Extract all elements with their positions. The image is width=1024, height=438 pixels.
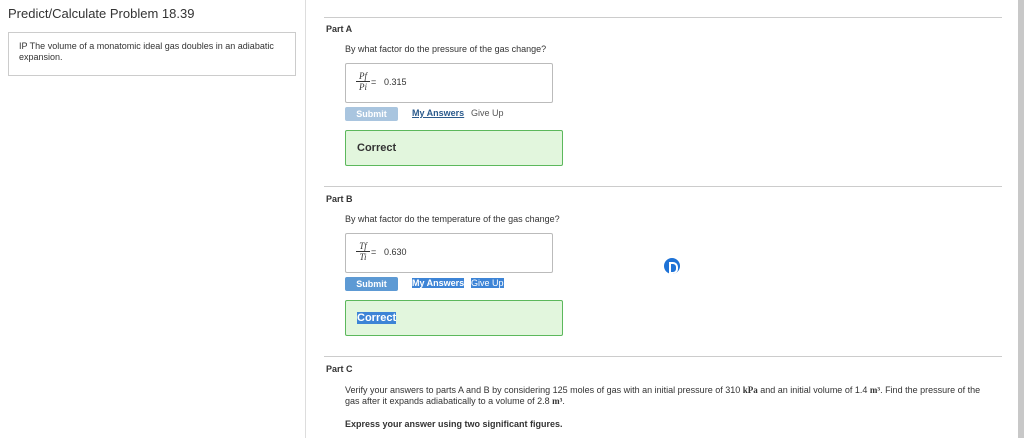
- part-a-fraction-top: Pf: [356, 71, 370, 82]
- part-a-feedback-text: Correct: [357, 142, 397, 154]
- part-a-equals: =: [371, 77, 377, 87]
- part-b-feedback-text: Correct: [357, 312, 397, 324]
- problem-title: Predict/Calculate Problem 18.39: [8, 6, 195, 21]
- part-c-instruction: Express your answer using two significan…: [345, 419, 563, 429]
- part-c-unit-pressure: kPa: [742, 385, 758, 395]
- part-b-give-up-link[interactable]: Give Up: [471, 278, 504, 288]
- problem-statement-box: IP The volume of a monatomic ideal gas d…: [8, 32, 296, 76]
- part-a-answer-value[interactable]: 0.315: [384, 77, 407, 87]
- problem-statement: IP The volume of a monatomic ideal gas d…: [19, 41, 274, 62]
- scrollbar[interactable]: [1018, 0, 1024, 438]
- part-a-give-up-link[interactable]: Give Up: [471, 108, 504, 118]
- part-b-divider: [324, 186, 1002, 187]
- part-a-title[interactable]: Part A: [326, 24, 352, 34]
- part-c-divider: [324, 356, 1002, 357]
- part-b-question: By what factor do the temperature of the…: [345, 214, 560, 224]
- part-b-title[interactable]: Part B: [326, 194, 353, 204]
- part-b-fraction: Tf Ti: [356, 241, 370, 262]
- part-c-problem-text: Verify your answers to parts A and B by …: [345, 385, 985, 407]
- part-b-submit-button[interactable]: Submit: [345, 277, 398, 291]
- part-a-question: By what factor do the pressure of the ga…: [345, 44, 547, 54]
- part-b-my-answers-link[interactable]: My Answers: [412, 278, 465, 288]
- part-c-unit-volume: m³: [869, 385, 881, 395]
- part-c-title[interactable]: Part C: [326, 364, 353, 374]
- part-a-submit-button[interactable]: Submit: [345, 107, 398, 121]
- part-b-fraction-top: Tf: [356, 241, 370, 252]
- part-a-answer-field[interactable]: Pf Pi = 0.315: [345, 63, 553, 103]
- part-a-divider: [324, 17, 1002, 18]
- part-b-feedback: Correct: [345, 300, 563, 336]
- part-b-equals: =: [371, 247, 377, 257]
- part-c-text-4: .: [562, 396, 565, 406]
- part-c-text-1: Verify your answers to parts A and B by …: [345, 385, 741, 395]
- part-c-text-2: and an initial volume of 1.4: [760, 385, 868, 395]
- part-a-fraction-bottom: Pi: [359, 82, 367, 92]
- part-a-feedback: Correct: [345, 130, 563, 166]
- blue-circle-d-icon[interactable]: [664, 258, 680, 274]
- part-a-my-answers-link[interactable]: My Answers: [412, 108, 464, 118]
- part-a-fraction: Pf Pi: [356, 71, 370, 92]
- part-b-fraction-bottom: Ti: [359, 252, 367, 262]
- part-b-answer-value[interactable]: 0.630: [384, 247, 407, 257]
- problem-sidebar: Predict/Calculate Problem 18.39 IP The v…: [0, 0, 306, 438]
- part-b-answer-field[interactable]: Tf Ti = 0.630: [345, 233, 553, 273]
- problem-main: Part A By what factor do the pressure of…: [306, 0, 1024, 438]
- part-c-unit-volume-2: m³: [552, 396, 563, 406]
